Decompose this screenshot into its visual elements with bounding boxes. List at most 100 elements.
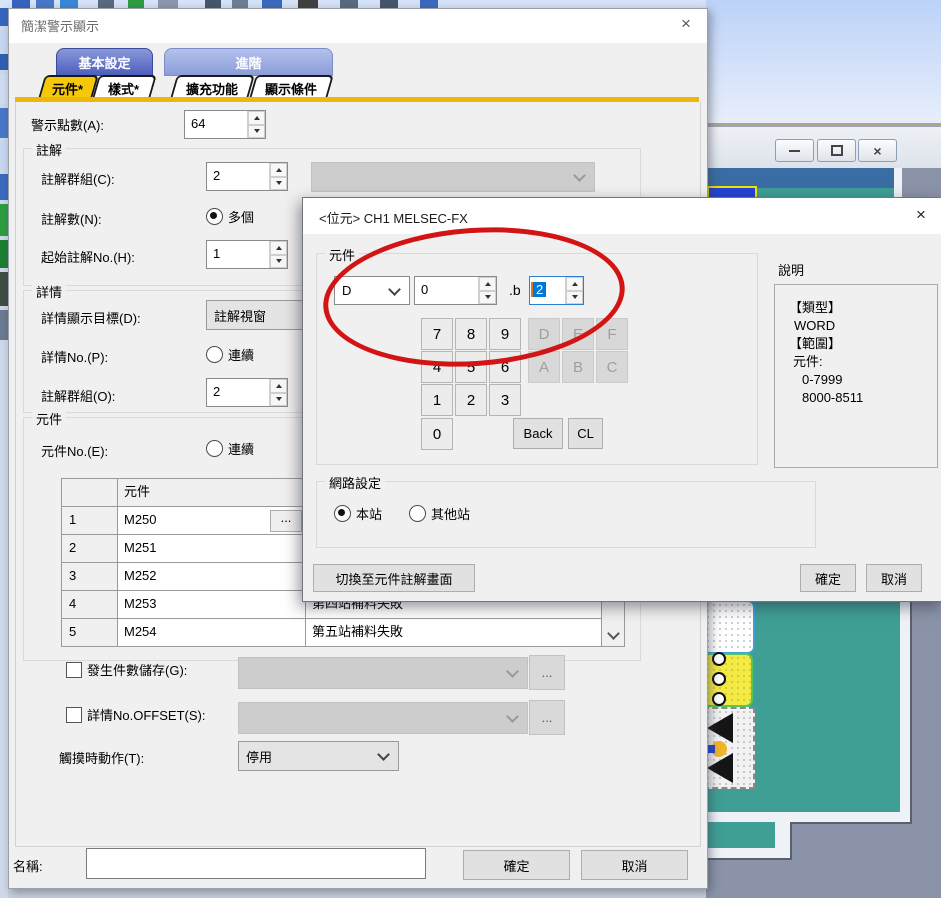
selection-handle[interactable] [712, 672, 726, 686]
tab-style-label: 樣式* [109, 79, 140, 98]
chevron-down-icon [506, 665, 519, 678]
mdi-background [902, 168, 941, 197]
table-row-no: 1 [62, 507, 117, 534]
network-local-option[interactable]: 本站 [334, 504, 382, 523]
toolbar-icon-fragment [36, 0, 54, 8]
radio-selected-icon[interactable] [334, 505, 351, 522]
minimize-button[interactable] [775, 139, 814, 162]
spin-buttons[interactable] [247, 111, 265, 138]
keypad-3[interactable]: 3 [489, 384, 521, 416]
comment-count-option[interactable]: 多個 [206, 207, 254, 226]
table-device-cell[interactable]: M251 [118, 535, 305, 562]
close-icon[interactable]: × [677, 15, 695, 33]
table-device-cell[interactable]: M254 [118, 619, 305, 646]
tab-style[interactable]: 樣式* [92, 75, 157, 99]
spin-up-icon[interactable] [270, 379, 287, 393]
spin-buttons[interactable] [269, 379, 287, 406]
radio-selected-icon[interactable] [206, 208, 223, 225]
cancel-button[interactable]: 取消 [866, 564, 922, 592]
name-input[interactable] [86, 848, 426, 879]
device-more-button[interactable]: ... [270, 510, 302, 532]
occurrence-checkbox-row[interactable]: 發生件數儲存(G): [66, 660, 187, 679]
start-comment-label: 起始註解No.(H): [41, 247, 135, 266]
offset-more-button[interactable]: ... [529, 700, 565, 735]
toolbar-icon-fragment [12, 0, 30, 8]
toolbar-icon-fragment [98, 0, 114, 8]
toolbar-icon-fragment [0, 74, 8, 104]
close-icon[interactable]: × [912, 206, 930, 224]
spin-down-icon[interactable] [270, 255, 287, 269]
selection-handle[interactable] [712, 692, 726, 706]
checkbox-icon[interactable] [66, 707, 82, 723]
spin-down-icon[interactable] [270, 177, 287, 191]
toolbar-icon-fragment [0, 240, 8, 268]
start-comment-spinner[interactable]: 1 [206, 240, 288, 269]
radio-icon[interactable] [206, 346, 223, 363]
spin-up-icon[interactable] [248, 111, 265, 125]
spin-down-icon[interactable] [270, 393, 287, 407]
tab-condition[interactable]: 顯示條件 [249, 75, 334, 99]
keypad-1[interactable]: 1 [421, 384, 453, 416]
back-button[interactable]: Back [513, 418, 563, 449]
arrow-icon [707, 713, 733, 743]
scroll-down-icon[interactable] [607, 627, 620, 640]
canvas-widget-panel[interactable] [703, 600, 755, 654]
occurrence-combo[interactable] [238, 657, 528, 689]
detail-target-value: 註解視窗 [214, 306, 266, 325]
arrow-icon [707, 753, 733, 783]
toolbar-icon-fragment [262, 0, 282, 8]
clear-button[interactable]: CL [568, 418, 603, 449]
alarm-points-spinner[interactable]: 64 [184, 110, 266, 139]
comment-group-spinner[interactable]: 2 [206, 162, 288, 191]
comment-group-combo[interactable] [311, 162, 595, 192]
table-device-cell[interactable]: M252 [118, 563, 305, 590]
toolbar-icon-fragment [128, 0, 144, 8]
keypad-0[interactable]: 0 [421, 418, 453, 450]
keypad-2[interactable]: 2 [455, 384, 487, 416]
spin-up-icon[interactable] [270, 241, 287, 255]
toolbar-icon-fragment [380, 0, 398, 8]
keypad-B: B [562, 351, 594, 383]
occurrence-more-button[interactable]: ... [529, 655, 565, 690]
table-device-cell[interactable]: M253 [118, 591, 305, 618]
screen: × 簡潔警示顯示 × 基本設定 進階 元件* 樣式* [0, 0, 941, 898]
touch-action-combo[interactable]: 停用 [238, 741, 399, 771]
spin-buttons[interactable] [269, 241, 287, 268]
close-window-button[interactable]: × [858, 139, 897, 162]
checkbox-icon[interactable] [66, 662, 82, 678]
network-other-option[interactable]: 其他站 [409, 504, 470, 523]
table-comment-cell[interactable]: 第五站補料失敗 [306, 619, 601, 646]
description-line: 【類型】 [789, 299, 937, 317]
table-device-cell[interactable]: M250 ... [118, 507, 305, 534]
spin-buttons[interactable] [269, 163, 287, 190]
keypad-C: C [596, 351, 628, 383]
offset-combo[interactable] [238, 702, 528, 734]
network-groupbox: 網路設定 [316, 481, 816, 548]
close-icon: × [873, 143, 881, 159]
ok-button[interactable]: 確定 [463, 850, 570, 880]
spin-up-icon[interactable] [270, 163, 287, 177]
detail-no-option-label: 連續 [228, 345, 254, 364]
network-groupbox-title: 網路設定 [325, 473, 385, 492]
chevron-down-icon [573, 169, 586, 182]
selection-handle[interactable] [712, 652, 726, 666]
restore-button[interactable] [817, 139, 856, 162]
tab-extended[interactable]: 擴充功能 [170, 75, 255, 99]
offset-checkbox-row[interactable]: 詳情No.OFFSET(S): [66, 705, 205, 724]
detail-comment-group-spinner[interactable]: 2 [206, 378, 288, 407]
detail-no-option[interactable]: 連續 [206, 345, 254, 364]
switch-comment-screen-button[interactable]: 切換至元件註解畫面 [313, 564, 475, 592]
tab-device[interactable]: 元件* [38, 75, 99, 99]
tab-group-advanced-label: 進階 [235, 53, 261, 72]
radio-icon[interactable] [206, 440, 223, 457]
detail-comment-group-label: 註解群組(O): [41, 386, 115, 405]
ok-button[interactable]: 確定 [800, 564, 856, 592]
canvas-widget-lamp[interactable] [703, 653, 753, 707]
device-no-option[interactable]: 連續 [206, 439, 254, 458]
cancel-button[interactable]: 取消 [581, 850, 688, 880]
toolbar-icon-fragment [0, 310, 8, 340]
toolbar-icon-fragment [298, 0, 318, 8]
radio-icon[interactable] [409, 505, 426, 522]
canvas-widget-machine[interactable] [703, 707, 755, 789]
spin-down-icon[interactable] [248, 125, 265, 139]
